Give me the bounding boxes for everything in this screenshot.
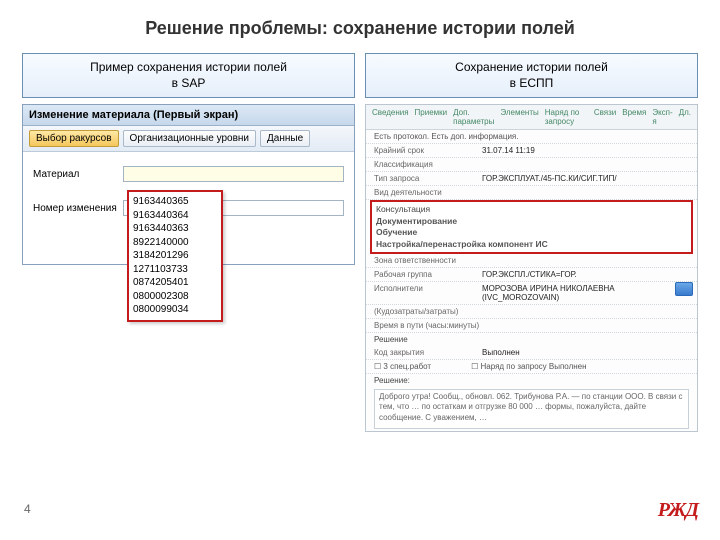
sap-btn-views[interactable]: Выбор ракурсов bbox=[29, 130, 119, 147]
sap-input-material[interactable] bbox=[123, 166, 344, 182]
slide-title: Решение проблемы: сохранение истории пол… bbox=[0, 0, 720, 53]
sap-btn-orgs[interactable]: Организационные уровни bbox=[123, 130, 256, 147]
espp-screenshot: Сведения Приемки Доп. параметры Элементы… bbox=[365, 104, 698, 432]
page-number: 4 bbox=[24, 502, 31, 516]
espp-tab[interactable]: Наряд по запросу bbox=[545, 108, 588, 126]
espp-chk2-label: Наряд по запросу Выполнен bbox=[481, 362, 587, 371]
espp-value: ГОР.ЭКСПЛУАТ./45-ПС.КИ/СИГ.ТИП/ bbox=[482, 174, 689, 183]
espp-value: Выполнен bbox=[482, 348, 689, 357]
espp-hi-item[interactable]: Настройка/перенастройка компонент ИС bbox=[376, 239, 687, 250]
espp-label: Классификация bbox=[374, 160, 482, 169]
two-column-layout: Пример сохранения истории полей в SAP Из… bbox=[0, 53, 720, 432]
sap-dd-item[interactable]: 9163440363 bbox=[133, 222, 217, 236]
espp-label: Вид деятельности bbox=[374, 188, 482, 197]
sap-toolbar: Выбор ракурсов Организационные уровни Да… bbox=[23, 126, 354, 152]
espp-label: Крайний срок bbox=[374, 146, 482, 155]
espp-checkbox-row: ☐ 3 спец.работ ☐ Наряд по запросу Выполн… bbox=[366, 360, 697, 374]
sap-body: Материал Номер изменения 9163440365 9163… bbox=[23, 152, 354, 264]
sap-btn-data[interactable]: Данные bbox=[260, 130, 310, 147]
sap-label-material: Материал bbox=[33, 169, 123, 180]
espp-label: Код закрытия bbox=[374, 348, 482, 357]
left-header-line1: Пример сохранения истории полей bbox=[27, 60, 350, 76]
sap-history-dropdown[interactable]: 9163440365 9163440364 9163440363 8922140… bbox=[127, 190, 223, 322]
left-column-header: Пример сохранения истории полей в SAP bbox=[22, 53, 355, 98]
espp-tab[interactable]: Время bbox=[622, 108, 646, 126]
espp-tab[interactable]: Эксп-я bbox=[652, 108, 672, 126]
sap-dd-item[interactable]: 0874205401 bbox=[133, 276, 217, 290]
right-column: Сохранение истории полей в ЕСПП Сведения… bbox=[365, 53, 698, 432]
espp-label: Рабочая группа bbox=[374, 270, 482, 279]
espp-add-button[interactable] bbox=[675, 282, 693, 296]
espp-info-line: Есть протокол. Есть доп. информация. bbox=[366, 130, 697, 144]
espp-tab[interactable]: Элементы bbox=[500, 108, 538, 126]
sap-dd-item[interactable]: 3184201296 bbox=[133, 249, 217, 263]
espp-hi-item[interactable]: Документирование bbox=[376, 216, 687, 227]
sap-dd-item[interactable]: 9163440364 bbox=[133, 209, 217, 223]
espp-reshenie-label: Решение: bbox=[366, 374, 697, 387]
sap-dd-item[interactable]: 9163440365 bbox=[133, 195, 217, 209]
espp-tab[interactable]: Дл. bbox=[679, 108, 691, 126]
espp-value: 31.07.14 11:19 bbox=[482, 146, 689, 155]
right-header-line2: в ЕСПП bbox=[370, 76, 693, 92]
left-header-line2: в SAP bbox=[27, 76, 350, 92]
espp-hi-item[interactable]: Обучение bbox=[376, 227, 687, 238]
sap-window-title: Изменение материала (Первый экран) bbox=[23, 105, 354, 126]
espp-history-dropdown[interactable]: Консультация Документирование Обучение Н… bbox=[370, 200, 693, 254]
sap-dd-item[interactable]: 0800099034 bbox=[133, 303, 217, 317]
espp-label: Тип запроса bbox=[374, 174, 482, 183]
right-header-line1: Сохранение истории полей bbox=[370, 60, 693, 76]
sap-label-changeno: Номер изменения bbox=[33, 203, 123, 214]
espp-chk1-label: 3 спец.работ bbox=[383, 362, 431, 371]
espp-section-header: Решение bbox=[366, 333, 697, 346]
sap-dd-item[interactable]: 1271103733 bbox=[133, 263, 217, 277]
espp-value: МОРОЗОВА ИРИНА НИКОЛАЕВНА (IVC_MOROZOVAI… bbox=[482, 284, 689, 302]
espp-tabs: Сведения Приемки Доп. параметры Элементы… bbox=[366, 105, 697, 130]
espp-label: Исполнители bbox=[374, 284, 482, 302]
espp-tab[interactable]: Приемки bbox=[415, 108, 448, 126]
espp-tab[interactable]: Сведения bbox=[372, 108, 409, 126]
sap-dd-item[interactable]: 0800002308 bbox=[133, 290, 217, 304]
espp-hi-item[interactable]: Консультация bbox=[376, 204, 687, 215]
sap-screenshot: Изменение материала (Первый экран) Выбор… bbox=[22, 104, 355, 265]
espp-tab[interactable]: Доп. параметры bbox=[453, 108, 494, 126]
espp-value: ГОР.ЭКСПЛ./СТИКА=ГОР. bbox=[482, 270, 689, 279]
espp-label: Время в пути (часы:минуты) bbox=[374, 321, 482, 330]
left-column: Пример сохранения истории полей в SAP Из… bbox=[22, 53, 355, 432]
rzd-logo: РЖД bbox=[658, 499, 698, 522]
sap-dd-item[interactable]: 8922140000 bbox=[133, 236, 217, 250]
espp-tab[interactable]: Связи bbox=[594, 108, 616, 126]
espp-label: Зона ответственности bbox=[374, 256, 482, 265]
espp-label: (Кудозатраты/затраты) bbox=[374, 307, 482, 316]
right-column-header: Сохранение истории полей в ЕСПП bbox=[365, 53, 698, 98]
espp-textarea[interactable]: Доброго утра! Сообщ., обновл. 062. Трибу… bbox=[374, 389, 689, 429]
